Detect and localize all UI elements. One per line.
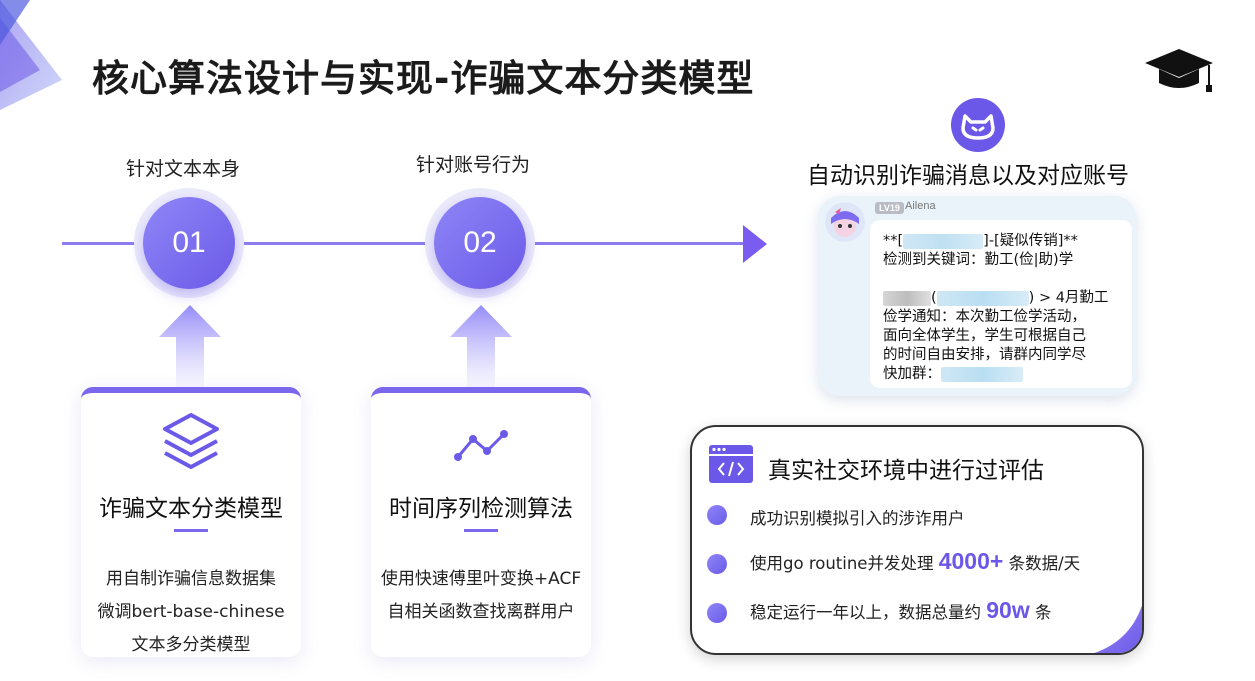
card-title: 时间序列检测算法 xyxy=(389,496,573,522)
message-line: () > 4月勤工 xyxy=(883,289,1108,308)
right-title: 自动识别诈骗消息以及对应账号 xyxy=(807,163,1129,189)
level-badge: LV19 xyxy=(875,202,904,214)
evaluation-title: 真实社交环境中进行过评估 xyxy=(768,458,1044,484)
message-line: 俭学通知：本次勤工俭学活动， xyxy=(883,309,1086,325)
message-line: 检测到关键词：勤工(俭|助)学 xyxy=(883,252,1074,268)
evaluation-item: 使用go routine并发处理 4000+ 条数据/天 xyxy=(750,548,1081,574)
evaluation-item: 稳定运行一年以上，数据总量约 90w 条 xyxy=(750,597,1052,623)
step-number-1: 01 xyxy=(143,197,235,289)
chat-username: Ailena xyxy=(905,200,936,212)
up-arrow-icon xyxy=(159,305,221,390)
time-series-card: 时间序列检测算法 使用快速傅里叶变换+ACF 自相关函数查找离群用户 xyxy=(371,387,591,657)
highlight-number: 4000+ xyxy=(938,548,1004,574)
up-arrow-icon xyxy=(450,305,512,390)
card-description: 用自制诈骗信息数据集 微调bert-base-chinese 文本多分类模型 xyxy=(97,569,285,655)
redacted-text xyxy=(883,290,931,306)
corner-decoration xyxy=(1094,605,1142,653)
graduation-cap-icon xyxy=(1145,49,1213,92)
bot-icon xyxy=(951,98,1005,152)
card-description: 使用快速傅里叶变换+ACF 自相关函数查找离群用户 xyxy=(380,569,582,622)
message-line: **[]-[疑似传销]** xyxy=(883,233,1078,249)
step-label-2: 针对账号行为 xyxy=(416,154,531,176)
evaluation-card: 真实社交环境中进行过评估 成功识别模拟引入的涉诈用户 使用go routine并… xyxy=(690,425,1144,655)
highlight-number: 90w xyxy=(986,597,1030,623)
step-circle-2: 02 xyxy=(425,188,535,298)
message-line: 面向全体学生，学生可根据自己 xyxy=(883,328,1086,344)
message-line: 的时间自由安排，请群内同学尽 xyxy=(883,347,1086,363)
bullet-dot xyxy=(707,554,727,574)
user-avatar xyxy=(825,202,865,242)
fraud-text-model-card: 诈骗文本分类模型 用自制诈骗信息数据集 微调bert-base-chinese … xyxy=(81,387,301,657)
card-divider xyxy=(464,529,498,532)
bullet-dot xyxy=(707,603,727,623)
bullet-dot xyxy=(707,505,727,525)
timeline-arrow xyxy=(743,225,767,263)
step-number-2: 02 xyxy=(434,197,526,289)
page-title: 核心算法设计与实现-诈骗文本分类模型 xyxy=(92,57,755,100)
step-circle-1: 01 xyxy=(134,188,244,298)
corner-decoration xyxy=(0,0,62,110)
evaluation-item: 成功识别模拟引入的涉诈用户 xyxy=(750,509,965,528)
card-divider xyxy=(174,529,208,532)
code-window-icon xyxy=(709,445,753,483)
step-label-1: 针对文本本身 xyxy=(126,158,241,180)
redacted-text xyxy=(936,290,1029,306)
line-chart-icon xyxy=(454,430,508,461)
card-title: 诈骗文本分类模型 xyxy=(99,496,283,522)
redacted-text xyxy=(903,233,984,249)
chat-message-card: LV19 Ailena **[]-[疑似传销]** 检测到关键词：勤工(俭|助)… xyxy=(818,196,1136,396)
redacted-text xyxy=(941,366,1023,382)
layers-icon xyxy=(163,413,219,469)
message-line: 快加群： xyxy=(883,365,1023,384)
